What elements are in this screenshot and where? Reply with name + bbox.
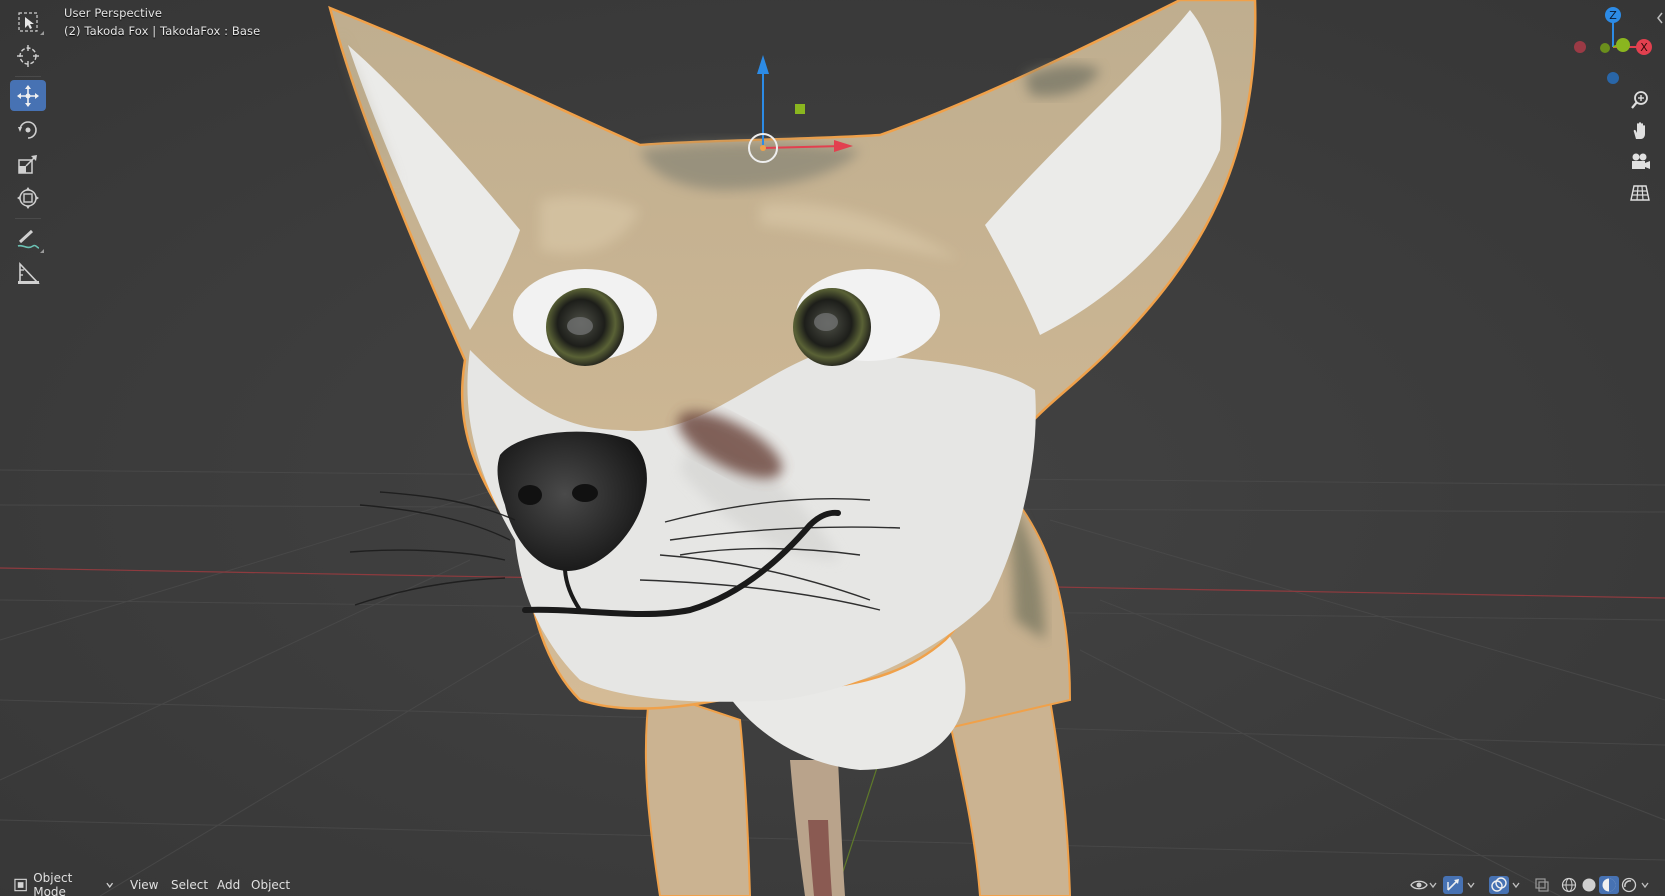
measure-tool[interactable] — [10, 258, 46, 289]
move-tool[interactable] — [10, 80, 46, 111]
pan-button[interactable] — [1625, 117, 1655, 145]
overlays-toggle-button[interactable] — [1489, 876, 1509, 894]
chevron-down-icon — [1641, 882, 1649, 889]
select-box-tool[interactable] — [10, 6, 46, 37]
chevron-down-icon — [1429, 882, 1437, 889]
rendered-sphere-icon — [1621, 877, 1637, 893]
object-mode-label: Object Mode — [33, 871, 73, 896]
hand-icon — [1633, 122, 1645, 139]
cursor-tool[interactable] — [10, 40, 46, 71]
visibility-dropdown[interactable] — [1428, 876, 1438, 894]
solid-sphere-icon — [1582, 878, 1596, 892]
neg-x-handle — [1574, 41, 1586, 53]
view-name: User Perspective — [64, 6, 163, 20]
neg-z-handle — [1607, 72, 1619, 84]
scale-icon — [18, 154, 37, 174]
menu-object[interactable]: Object — [247, 876, 294, 894]
chevron-left-icon — [1657, 12, 1663, 24]
material-sphere-icon — [1602, 878, 1616, 892]
camera-icon — [1632, 153, 1650, 169]
ortho-toggle-button[interactable] — [1625, 179, 1655, 207]
navigation-gizmo[interactable]: Z X — [1570, 0, 1665, 100]
menu-view[interactable]: View — [126, 876, 162, 894]
gizmo-toggle-button[interactable] — [1443, 876, 1463, 894]
sidebar-collapse-arrow[interactable] — [1655, 10, 1665, 26]
visibility-button[interactable] — [1409, 876, 1429, 894]
grid-icon — [1630, 185, 1650, 201]
y-handle — [1616, 38, 1630, 52]
scale-tool[interactable] — [10, 148, 46, 179]
shading-rendered-button[interactable] — [1619, 876, 1639, 894]
xray-icon — [1535, 878, 1549, 892]
wireframe-sphere-icon — [1561, 877, 1577, 893]
chevron-down-icon — [105, 882, 113, 888]
zoom-icon — [1631, 91, 1648, 109]
z-label: Z — [1609, 9, 1617, 22]
gizmo-dropdown[interactable] — [1466, 876, 1476, 894]
measure-icon — [18, 261, 40, 284]
shading-wireframe-button[interactable] — [1559, 876, 1579, 894]
object-mode-dropdown[interactable]: Object Mode — [10, 871, 118, 896]
cursor-icon — [17, 44, 39, 67]
transform-tool[interactable] — [10, 182, 46, 213]
object-info: (2) Takoda Fox | TakodaFox : Base — [64, 24, 261, 38]
scene-render[interactable] — [0, 0, 1665, 896]
gizmo-icon — [1447, 879, 1459, 891]
3d-viewport[interactable]: User Perspective (2) Takoda Fox | Takoda… — [0, 0, 1665, 896]
transform-icon — [17, 186, 39, 209]
xray-toggle-button[interactable] — [1532, 876, 1552, 894]
object-mode-icon — [14, 878, 27, 892]
eye-icon — [1410, 880, 1428, 890]
select-box-icon — [18, 11, 38, 32]
rotate-tool[interactable] — [10, 114, 46, 145]
annotate-tool[interactable] — [10, 224, 46, 255]
neg-y-handle — [1600, 43, 1610, 53]
x-label: X — [1640, 41, 1648, 54]
rotate-icon — [18, 120, 37, 139]
camera-view-button[interactable] — [1625, 148, 1655, 176]
chevron-down-icon — [1512, 882, 1520, 889]
annotate-icon — [17, 229, 40, 249]
move-icon — [17, 84, 39, 107]
shading-material-button[interactable] — [1599, 876, 1619, 894]
menu-select[interactable]: Select — [167, 876, 212, 894]
overlays-icon — [1491, 877, 1507, 892]
overlays-dropdown[interactable] — [1511, 876, 1521, 894]
zoom-button[interactable] — [1625, 86, 1655, 114]
shading-dropdown[interactable] — [1640, 876, 1650, 894]
shading-solid-button[interactable] — [1579, 876, 1599, 894]
menu-add[interactable]: Add — [213, 876, 244, 894]
chevron-down-icon — [1467, 882, 1475, 889]
